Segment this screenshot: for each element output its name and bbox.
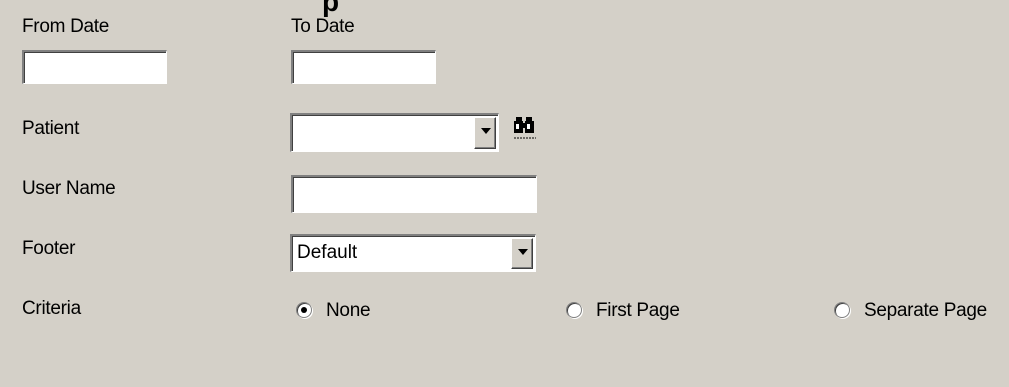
criteria-radio-separate-page[interactable]: Separate Page bbox=[834, 300, 1009, 322]
footer-selected-value: Default bbox=[297, 242, 358, 263]
criteria-option-none-label: None bbox=[326, 300, 371, 321]
from-date-label: From Date bbox=[22, 16, 110, 37]
patient-label: Patient bbox=[22, 118, 80, 139]
patient-combobox[interactable] bbox=[290, 113, 499, 152]
footer-dropdown-button[interactable] bbox=[511, 238, 533, 269]
patient-dropdown-button[interactable] bbox=[474, 117, 496, 149]
radio-button[interactable] bbox=[834, 302, 850, 318]
to-date-label: To Date bbox=[291, 16, 355, 37]
binoculars-icon[interactable] bbox=[511, 115, 539, 141]
radio-button-selected[interactable] bbox=[296, 302, 312, 318]
radio-button[interactable] bbox=[566, 302, 582, 318]
footer-combobox[interactable]: Default bbox=[290, 234, 536, 272]
user-name-field[interactable] bbox=[291, 175, 537, 213]
user-name-label: User Name bbox=[22, 178, 116, 199]
criteria-radio-first-page[interactable]: First Page bbox=[566, 300, 716, 322]
from-date-field[interactable] bbox=[22, 50, 167, 84]
criteria-option-separate-page-label: Separate Page bbox=[864, 300, 987, 321]
criteria-radio-none[interactable]: None bbox=[296, 300, 416, 322]
criteria-option-first-page-label: First Page bbox=[596, 300, 680, 321]
footer-label: Footer bbox=[22, 238, 76, 259]
chevron-down-icon bbox=[518, 249, 528, 255]
criteria-label: Criteria bbox=[22, 298, 81, 319]
to-date-field[interactable] bbox=[291, 50, 436, 84]
chevron-down-icon bbox=[481, 128, 491, 134]
radio-dot bbox=[301, 307, 307, 313]
